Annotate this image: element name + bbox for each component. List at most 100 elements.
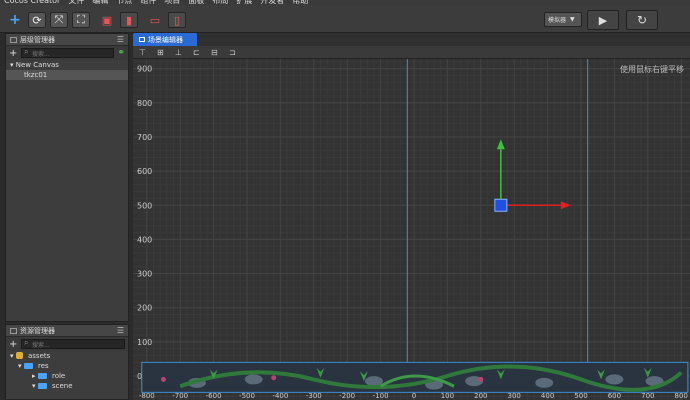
x-tick-label: 300 [508, 392, 521, 400]
menu-icon[interactable]: ☰ [117, 326, 124, 335]
rock-sprite [244, 374, 263, 385]
chevron-down-icon: ▾ [10, 61, 14, 69]
chevron-right-icon: ▸ [32, 372, 36, 380]
tree-item-res[interactable]: ▾ res [6, 361, 128, 371]
grid-icon [10, 327, 17, 334]
x-tick-label: 800 [675, 392, 688, 400]
scene-view[interactable]: 900 800 700 600 500 400 300 200 100 0 -800 -700 -600… [133, 59, 690, 400]
x-tick-label: -700 [172, 392, 188, 400]
tree-item-assets[interactable]: ▾ assets [6, 351, 128, 361]
chevron-down-icon: ▾ [10, 352, 14, 360]
tree-item-label: tkzc01 [24, 71, 48, 79]
assets-search-input[interactable]: 搜索... [21, 338, 125, 349]
play-icon: ▶ [598, 13, 608, 27]
align-center-icon[interactable]: ▭ [146, 12, 164, 28]
anchor-icon[interactable]: ▣ [98, 12, 116, 28]
assets-header: 资源管理器 ☰ [6, 325, 128, 337]
tab-scene-editor[interactable]: 场景编辑器 [133, 33, 197, 46]
rock-sprite [535, 377, 554, 388]
chevron-down-icon: ▼ [570, 16, 575, 23]
tree-item-scene[interactable]: ▾ scene [6, 381, 128, 391]
scene-tabbar: 场景编辑器 [133, 33, 690, 46]
gizmo-center-handle [494, 198, 508, 212]
assets-search-row: + 搜索... [6, 337, 128, 351]
flower-sprite [271, 375, 277, 381]
y-tick-label: 100 [137, 338, 152, 347]
y-tick-label: 800 [137, 99, 152, 108]
x-tick-label: -600 [206, 392, 222, 400]
move-tool-button[interactable]: ⟳ [28, 12, 46, 28]
rock-sprite [605, 374, 624, 385]
x-tick-label: -500 [239, 392, 255, 400]
y-tick-label: 900 [137, 65, 152, 74]
hierarchy-title: 层级管理器 [20, 35, 55, 44]
x-tick-label: -800 [139, 392, 155, 400]
hierarchy-panel: 层级管理器 ☰ + 搜索... ⚭ ▾ New Canvas tkzc01 [5, 33, 129, 322]
scale-tool-button[interactable]: ⤧ [50, 12, 68, 28]
align-hleft-icon[interactable]: ⊏ [193, 48, 200, 57]
tree-item-label: New Canvas [15, 61, 59, 69]
y-tick-label: 300 [137, 270, 152, 279]
device-select-label: 模拟器 [548, 17, 567, 24]
chevron-down-icon: ▾ [32, 382, 36, 390]
tree-item-tkzc01[interactable]: tkzc01 [6, 70, 128, 80]
flower-sprite [161, 376, 166, 382]
x-tick-label: 500 [574, 392, 587, 400]
y-tick-label: 600 [137, 167, 152, 176]
gizmo-x-arrow [560, 201, 571, 210]
add-icon[interactable]: + [9, 48, 21, 59]
flower-sprite [478, 376, 484, 382]
tree-item-new-canvas[interactable]: ▾ New Canvas [6, 60, 128, 70]
tree-item-label: role [51, 372, 66, 380]
rect-tool-button[interactable]: ⛶ [72, 12, 90, 28]
x-tick-label: 600 [608, 392, 621, 400]
y-tick-label: 500 [137, 201, 152, 210]
tree-item-label: scene [51, 382, 73, 390]
add-node-button[interactable]: + [6, 12, 24, 28]
tree-item-label: res [37, 362, 49, 370]
assets-panel: 资源管理器 ☰ + 搜索... ▾ assets ▾ res ▸ role ▾ … [5, 324, 129, 400]
align-bottom-icon[interactable]: ⊥ [175, 48, 182, 57]
link-icon[interactable]: ⚭ [117, 48, 125, 58]
folder-icon [37, 383, 47, 389]
x-tick-label: 400 [541, 392, 554, 400]
x-tick-label: 0 [412, 392, 416, 400]
rock-sprite [364, 376, 383, 387]
align-vcenter-icon[interactable]: ⊞ [157, 48, 164, 57]
menu-icon[interactable]: ☰ [117, 35, 124, 44]
scene-tab-label: 场景编辑器 [148, 35, 183, 44]
device-select[interactable]: 模拟器 ▼ [544, 12, 582, 27]
x-tick-label: -200 [339, 392, 355, 400]
hierarchy-search-row: + 搜索... ⚭ [6, 46, 128, 60]
scene-hint: 使用鼠标右键平移 [620, 65, 684, 74]
tree-item-role[interactable]: ▸ role [6, 371, 128, 381]
refresh-button[interactable]: ↻ [626, 10, 658, 30]
scene-canvas[interactable]: 900 800 700 600 500 400 300 200 100 0 -800 -700 -600… [133, 59, 690, 400]
x-tick-label: 700 [641, 392, 654, 400]
align-hright-icon[interactable]: ⊐ [229, 48, 236, 57]
y-tick-label: 400 [137, 235, 152, 244]
assets-title: 资源管理器 [20, 326, 55, 335]
x-tick-label: 200 [474, 392, 487, 400]
refresh-icon: ↻ [636, 13, 648, 27]
scene-icon [139, 37, 145, 42]
scene-toolbar: ⊤ ⊞ ⊥ ⊏ ⊟ ⊐ [133, 46, 690, 59]
x-tick-label: -400 [272, 392, 288, 400]
align-left-icon[interactable]: ▮ [120, 12, 138, 28]
add-icon[interactable]: + [9, 339, 21, 350]
grid-icon [10, 36, 17, 43]
chevron-down-icon: ▾ [18, 362, 22, 370]
x-tick-label: 100 [441, 392, 454, 400]
assets-root-icon [15, 352, 23, 359]
play-button[interactable]: ▶ [587, 10, 619, 30]
align-hcenter-icon[interactable]: ⊟ [211, 48, 218, 57]
x-tick-label: -300 [306, 392, 322, 400]
x-tick-label: -100 [373, 392, 389, 400]
align-right-icon[interactable]: ▯ [168, 12, 186, 28]
align-top-icon[interactable]: ⊤ [139, 48, 146, 57]
y-tick-label: 200 [137, 304, 152, 313]
hierarchy-search-input[interactable]: 搜索... [21, 47, 115, 58]
folder-icon [37, 373, 47, 379]
hierarchy-header: 层级管理器 ☰ [6, 34, 128, 46]
toolbar: + ⟳ ⤧ ⛶ ▣ ▮ ▭ ▯ 模拟器 ▼ ▶ ↻ [0, 5, 690, 33]
